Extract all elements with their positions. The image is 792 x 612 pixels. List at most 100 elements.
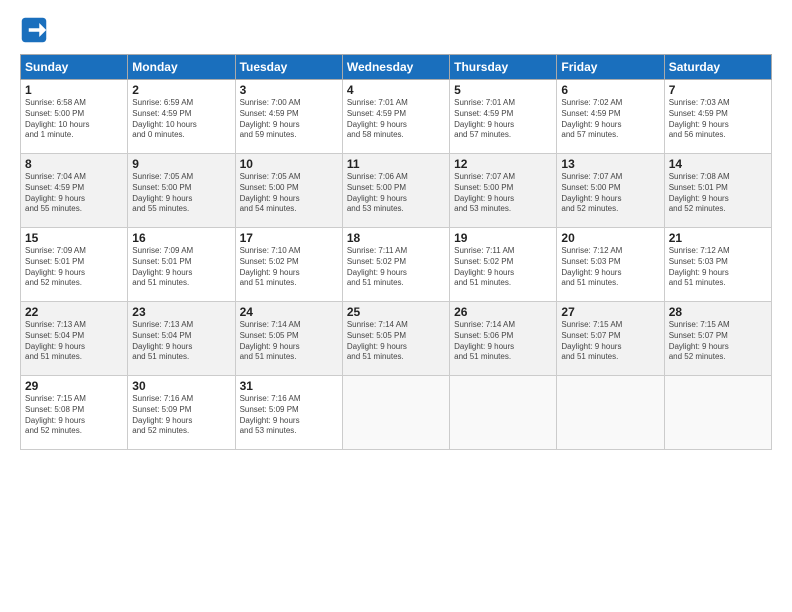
day-number: 11 xyxy=(347,157,445,171)
calendar-cell: 12Sunrise: 7:07 AMSunset: 5:00 PMDayligh… xyxy=(450,154,557,228)
cell-details: Sunrise: 7:15 AMSunset: 5:07 PMDaylight:… xyxy=(669,320,767,363)
day-number: 10 xyxy=(240,157,338,171)
day-number: 9 xyxy=(132,157,230,171)
day-number: 13 xyxy=(561,157,659,171)
day-number: 20 xyxy=(561,231,659,245)
calendar-cell: 27Sunrise: 7:15 AMSunset: 5:07 PMDayligh… xyxy=(557,302,664,376)
calendar-cell: 21Sunrise: 7:12 AMSunset: 5:03 PMDayligh… xyxy=(664,228,771,302)
cell-details: Sunrise: 7:09 AMSunset: 5:01 PMDaylight:… xyxy=(25,246,123,289)
calendar-cell xyxy=(342,376,449,450)
cell-details: Sunrise: 7:06 AMSunset: 5:00 PMDaylight:… xyxy=(347,172,445,215)
cell-details: Sunrise: 7:07 AMSunset: 5:00 PMDaylight:… xyxy=(454,172,552,215)
weekday-header-wednesday: Wednesday xyxy=(342,55,449,80)
day-number: 19 xyxy=(454,231,552,245)
day-number: 17 xyxy=(240,231,338,245)
calendar-week-row: 22Sunrise: 7:13 AMSunset: 5:04 PMDayligh… xyxy=(21,302,772,376)
calendar-cell: 7Sunrise: 7:03 AMSunset: 4:59 PMDaylight… xyxy=(664,80,771,154)
cell-details: Sunrise: 7:10 AMSunset: 5:02 PMDaylight:… xyxy=(240,246,338,289)
calendar-week-row: 8Sunrise: 7:04 AMSunset: 4:59 PMDaylight… xyxy=(21,154,772,228)
cell-details: Sunrise: 7:15 AMSunset: 5:08 PMDaylight:… xyxy=(25,394,123,437)
day-number: 2 xyxy=(132,83,230,97)
calendar-cell: 25Sunrise: 7:14 AMSunset: 5:05 PMDayligh… xyxy=(342,302,449,376)
cell-details: Sunrise: 7:11 AMSunset: 5:02 PMDaylight:… xyxy=(454,246,552,289)
calendar-cell: 28Sunrise: 7:15 AMSunset: 5:07 PMDayligh… xyxy=(664,302,771,376)
day-number: 12 xyxy=(454,157,552,171)
day-number: 5 xyxy=(454,83,552,97)
calendar-cell: 5Sunrise: 7:01 AMSunset: 4:59 PMDaylight… xyxy=(450,80,557,154)
calendar-cell xyxy=(557,376,664,450)
page-header xyxy=(20,16,772,44)
calendar-cell: 8Sunrise: 7:04 AMSunset: 4:59 PMDaylight… xyxy=(21,154,128,228)
day-number: 3 xyxy=(240,83,338,97)
calendar-cell: 17Sunrise: 7:10 AMSunset: 5:02 PMDayligh… xyxy=(235,228,342,302)
calendar-cell: 14Sunrise: 7:08 AMSunset: 5:01 PMDayligh… xyxy=(664,154,771,228)
logo-icon xyxy=(20,16,48,44)
day-number: 30 xyxy=(132,379,230,393)
calendar-cell: 9Sunrise: 7:05 AMSunset: 5:00 PMDaylight… xyxy=(128,154,235,228)
cell-details: Sunrise: 7:03 AMSunset: 4:59 PMDaylight:… xyxy=(669,98,767,141)
weekday-header-tuesday: Tuesday xyxy=(235,55,342,80)
weekday-header-thursday: Thursday xyxy=(450,55,557,80)
calendar-page: SundayMondayTuesdayWednesdayThursdayFrid… xyxy=(0,0,792,612)
cell-details: Sunrise: 7:12 AMSunset: 5:03 PMDaylight:… xyxy=(561,246,659,289)
cell-details: Sunrise: 7:11 AMSunset: 5:02 PMDaylight:… xyxy=(347,246,445,289)
cell-details: Sunrise: 7:01 AMSunset: 4:59 PMDaylight:… xyxy=(454,98,552,141)
cell-details: Sunrise: 7:12 AMSunset: 5:03 PMDaylight:… xyxy=(669,246,767,289)
day-number: 7 xyxy=(669,83,767,97)
calendar-week-row: 1Sunrise: 6:58 AMSunset: 5:00 PMDaylight… xyxy=(21,80,772,154)
calendar-cell: 26Sunrise: 7:14 AMSunset: 5:06 PMDayligh… xyxy=(450,302,557,376)
calendar-table: SundayMondayTuesdayWednesdayThursdayFrid… xyxy=(20,54,772,450)
cell-details: Sunrise: 7:05 AMSunset: 5:00 PMDaylight:… xyxy=(132,172,230,215)
day-number: 27 xyxy=(561,305,659,319)
day-number: 26 xyxy=(454,305,552,319)
calendar-cell: 20Sunrise: 7:12 AMSunset: 5:03 PMDayligh… xyxy=(557,228,664,302)
calendar-week-row: 29Sunrise: 7:15 AMSunset: 5:08 PMDayligh… xyxy=(21,376,772,450)
calendar-cell xyxy=(664,376,771,450)
cell-details: Sunrise: 7:14 AMSunset: 5:06 PMDaylight:… xyxy=(454,320,552,363)
cell-details: Sunrise: 6:59 AMSunset: 4:59 PMDaylight:… xyxy=(132,98,230,141)
calendar-cell: 10Sunrise: 7:05 AMSunset: 5:00 PMDayligh… xyxy=(235,154,342,228)
cell-details: Sunrise: 7:02 AMSunset: 4:59 PMDaylight:… xyxy=(561,98,659,141)
calendar-cell: 6Sunrise: 7:02 AMSunset: 4:59 PMDaylight… xyxy=(557,80,664,154)
day-number: 31 xyxy=(240,379,338,393)
calendar-cell: 31Sunrise: 7:16 AMSunset: 5:09 PMDayligh… xyxy=(235,376,342,450)
calendar-cell: 29Sunrise: 7:15 AMSunset: 5:08 PMDayligh… xyxy=(21,376,128,450)
cell-details: Sunrise: 7:04 AMSunset: 4:59 PMDaylight:… xyxy=(25,172,123,215)
calendar-cell: 22Sunrise: 7:13 AMSunset: 5:04 PMDayligh… xyxy=(21,302,128,376)
cell-details: Sunrise: 7:00 AMSunset: 4:59 PMDaylight:… xyxy=(240,98,338,141)
calendar-cell xyxy=(450,376,557,450)
cell-details: Sunrise: 7:16 AMSunset: 5:09 PMDaylight:… xyxy=(240,394,338,437)
logo xyxy=(20,16,52,44)
cell-details: Sunrise: 7:15 AMSunset: 5:07 PMDaylight:… xyxy=(561,320,659,363)
day-number: 1 xyxy=(25,83,123,97)
calendar-week-row: 15Sunrise: 7:09 AMSunset: 5:01 PMDayligh… xyxy=(21,228,772,302)
calendar-cell: 1Sunrise: 6:58 AMSunset: 5:00 PMDaylight… xyxy=(21,80,128,154)
cell-details: Sunrise: 7:13 AMSunset: 5:04 PMDaylight:… xyxy=(25,320,123,363)
cell-details: Sunrise: 7:14 AMSunset: 5:05 PMDaylight:… xyxy=(240,320,338,363)
weekday-header-saturday: Saturday xyxy=(664,55,771,80)
day-number: 21 xyxy=(669,231,767,245)
day-number: 14 xyxy=(669,157,767,171)
cell-details: Sunrise: 7:08 AMSunset: 5:01 PMDaylight:… xyxy=(669,172,767,215)
cell-details: Sunrise: 7:01 AMSunset: 4:59 PMDaylight:… xyxy=(347,98,445,141)
calendar-cell: 11Sunrise: 7:06 AMSunset: 5:00 PMDayligh… xyxy=(342,154,449,228)
day-number: 15 xyxy=(25,231,123,245)
calendar-cell: 30Sunrise: 7:16 AMSunset: 5:09 PMDayligh… xyxy=(128,376,235,450)
cell-details: Sunrise: 7:13 AMSunset: 5:04 PMDaylight:… xyxy=(132,320,230,363)
day-number: 6 xyxy=(561,83,659,97)
day-number: 29 xyxy=(25,379,123,393)
day-number: 18 xyxy=(347,231,445,245)
weekday-header-sunday: Sunday xyxy=(21,55,128,80)
calendar-cell: 2Sunrise: 6:59 AMSunset: 4:59 PMDaylight… xyxy=(128,80,235,154)
day-number: 24 xyxy=(240,305,338,319)
cell-details: Sunrise: 7:16 AMSunset: 5:09 PMDaylight:… xyxy=(132,394,230,437)
cell-details: Sunrise: 6:58 AMSunset: 5:00 PMDaylight:… xyxy=(25,98,123,141)
day-number: 22 xyxy=(25,305,123,319)
day-number: 25 xyxy=(347,305,445,319)
calendar-cell: 3Sunrise: 7:00 AMSunset: 4:59 PMDaylight… xyxy=(235,80,342,154)
calendar-cell: 18Sunrise: 7:11 AMSunset: 5:02 PMDayligh… xyxy=(342,228,449,302)
calendar-cell: 19Sunrise: 7:11 AMSunset: 5:02 PMDayligh… xyxy=(450,228,557,302)
cell-details: Sunrise: 7:14 AMSunset: 5:05 PMDaylight:… xyxy=(347,320,445,363)
calendar-cell: 24Sunrise: 7:14 AMSunset: 5:05 PMDayligh… xyxy=(235,302,342,376)
day-number: 8 xyxy=(25,157,123,171)
